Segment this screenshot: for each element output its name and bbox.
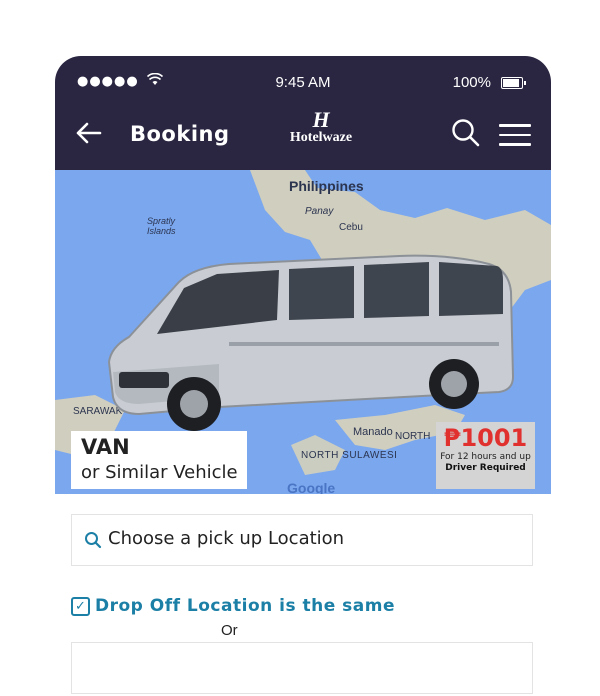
- nav-bar: Booking H Hotelwaze: [55, 108, 551, 156]
- van-image: [107, 254, 515, 431]
- page-title: Booking: [130, 122, 230, 146]
- price-amount: ₱1001: [443, 424, 528, 452]
- vehicle-subtitle: or Similar Vehicle: [81, 462, 238, 483]
- checkbox-checked-icon[interactable]: ✓: [71, 597, 90, 616]
- map-label-philippines: Philippines: [289, 178, 364, 194]
- price-card: ₱1001 For 12 hours and up Driver Require…: [436, 422, 535, 489]
- dropoff-location-input[interactable]: [71, 642, 533, 694]
- same-dropoff-label: Drop Off Location is the same: [95, 596, 396, 616]
- status-bar: ●●●●● 9:45 AM 100%: [55, 72, 551, 94]
- price-note: For 12 hours and up: [440, 452, 531, 462]
- vehicle-type: VAN: [81, 435, 130, 459]
- or-divider-text: Or: [221, 622, 238, 639]
- vehicle-hero: Philippines Panay Cebu Spratly Islands S…: [55, 170, 551, 494]
- map-label-panay: Panay: [305, 206, 334, 217]
- battery-percent: 100%: [452, 74, 491, 91]
- price-requirement: Driver Required: [445, 463, 526, 473]
- back-arrow-icon[interactable]: [73, 118, 103, 154]
- battery-icon: [501, 77, 526, 89]
- logo-wordmark: Hotelwaze: [289, 130, 353, 145]
- search-icon: [84, 531, 102, 549]
- vehicle-label-card: VAN or Similar Vehicle: [71, 431, 247, 489]
- brand-logo[interactable]: H Hotelwaze: [281, 108, 361, 148]
- pickup-placeholder: Choose a pick up Location: [108, 528, 345, 549]
- app-header: ●●●●● 9:45 AM 100% Booking H Hotelwaze: [55, 56, 551, 170]
- hamburger-menu-icon[interactable]: [499, 124, 531, 146]
- pickup-location-input[interactable]: Choose a pick up Location: [71, 514, 533, 566]
- search-icon[interactable]: [451, 118, 481, 148]
- phone-frame: ●●●●● 9:45 AM 100% Booking H Hotelwaze P…: [55, 56, 551, 696]
- logo-mark: H: [312, 107, 330, 132]
- google-watermark: Google: [287, 480, 336, 494]
